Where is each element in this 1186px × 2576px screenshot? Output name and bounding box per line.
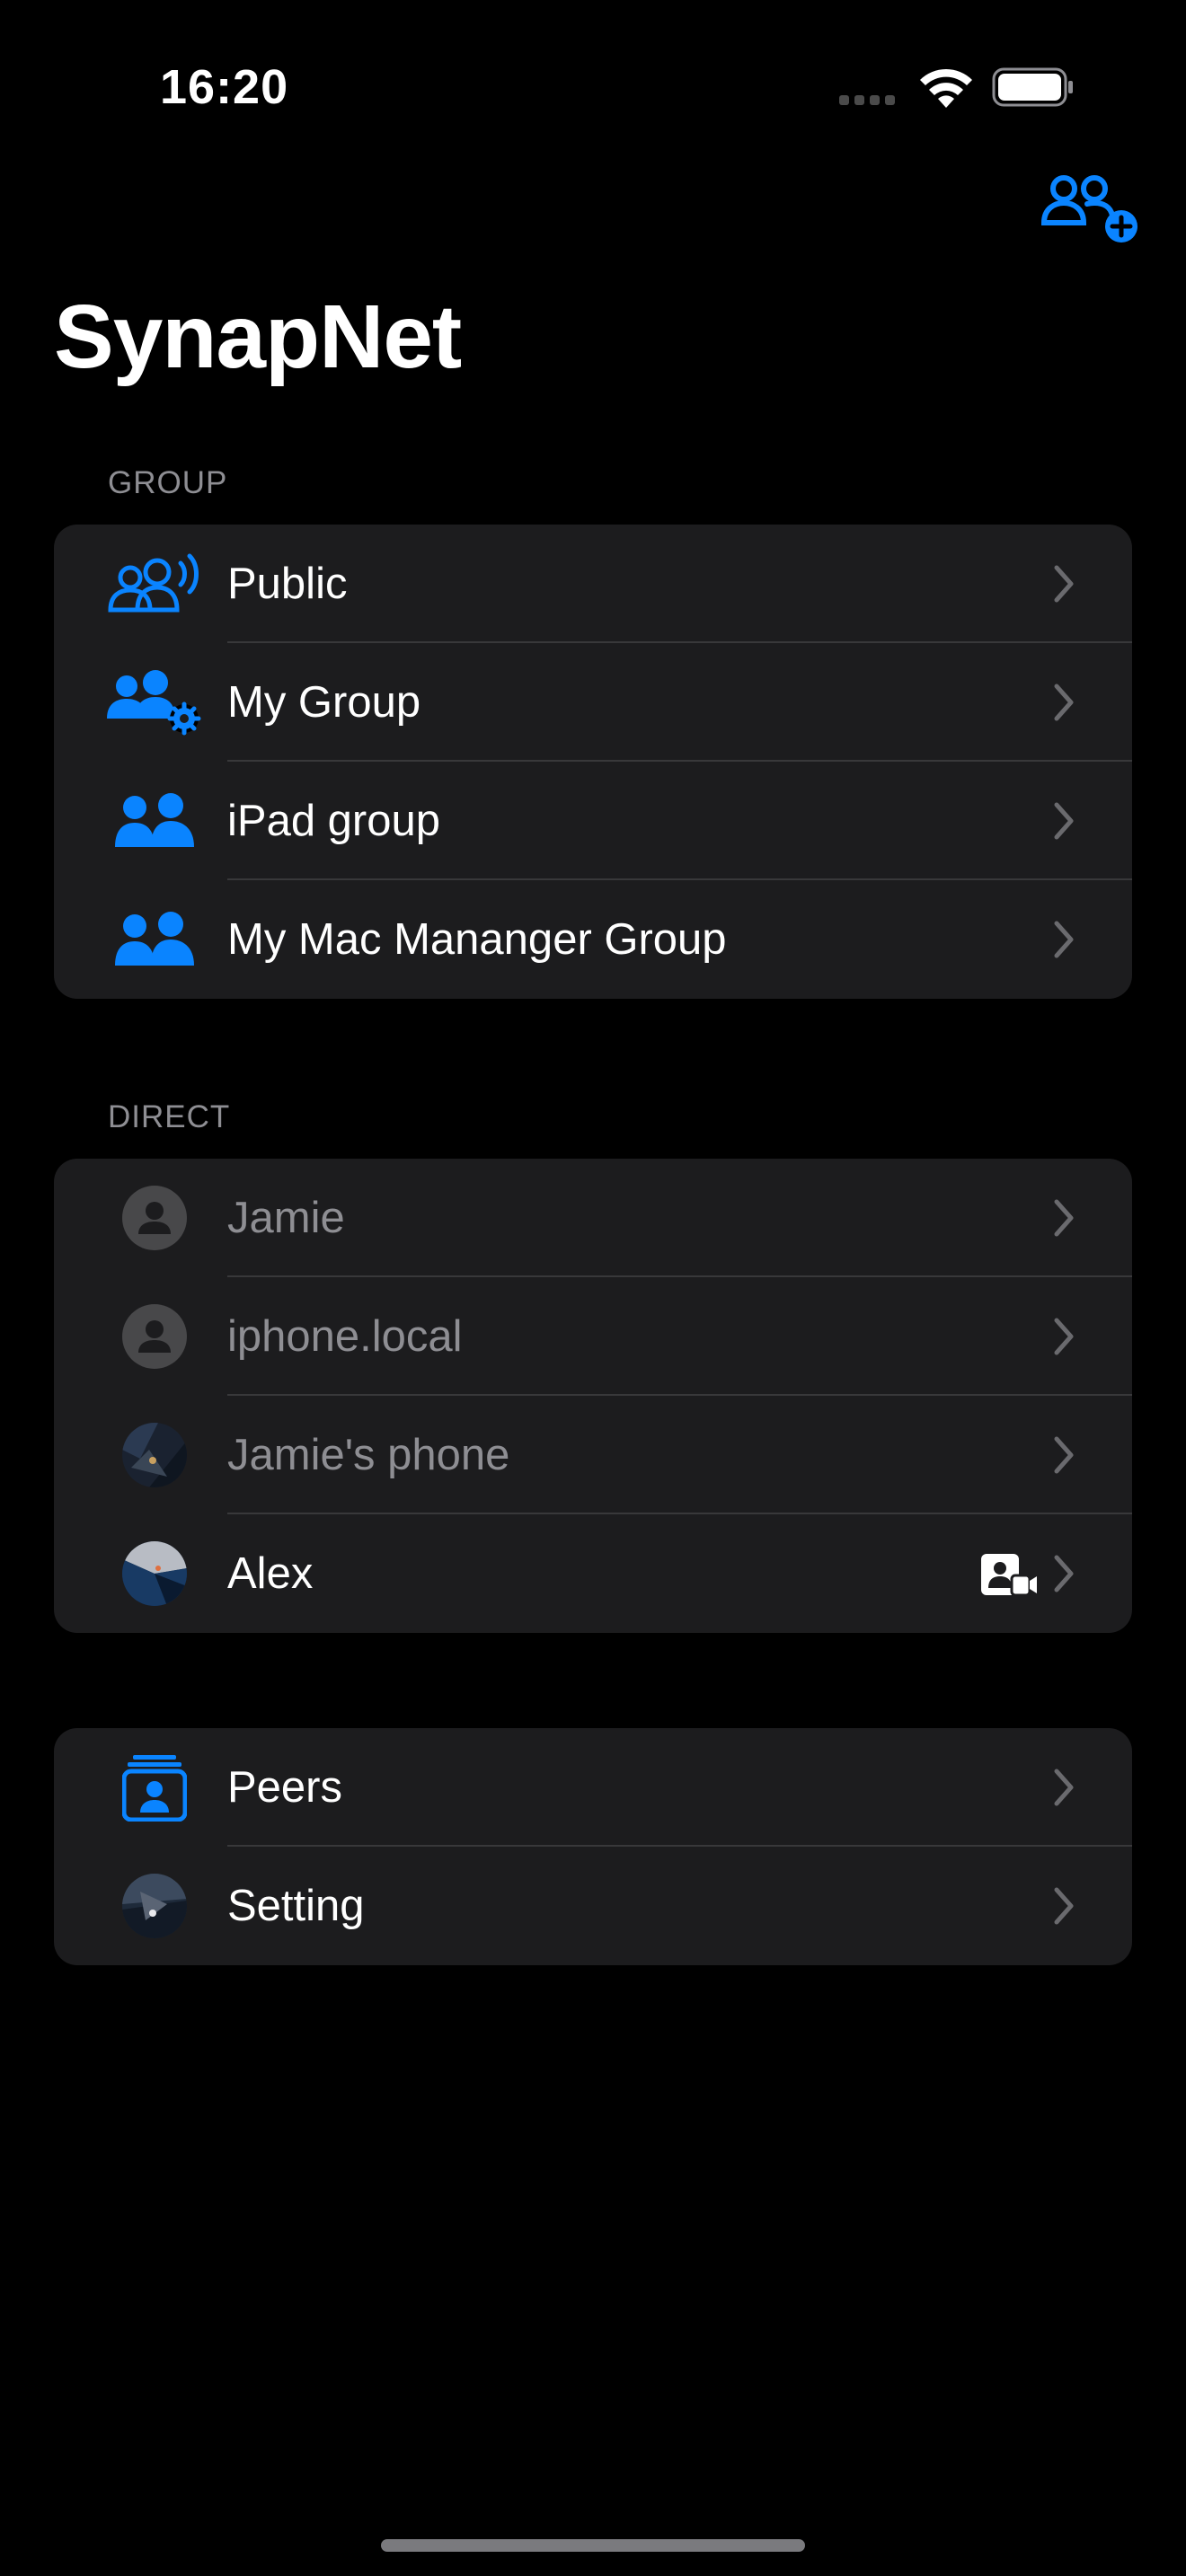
peers-row[interactable]: Peers xyxy=(54,1728,1132,1847)
group-row-my-group[interactable]: My Group xyxy=(54,643,1132,762)
chevron-right-icon xyxy=(1054,565,1074,603)
direct-label-iphone-local: iphone.local xyxy=(227,1312,463,1361)
chevron-right-icon xyxy=(1054,1555,1074,1592)
direct-list: Jamie iphone.local Jamie's phone Alex xyxy=(54,1159,1132,1633)
photo-avatar xyxy=(99,1514,210,1633)
direct-row-jamies-phone[interactable]: Jamie's phone xyxy=(54,1396,1132,1514)
group-row-public[interactable]: Public xyxy=(54,525,1132,643)
person-2-badge-plus-icon xyxy=(1040,175,1115,225)
chevron-right-icon xyxy=(1054,802,1074,840)
chevron-right-icon xyxy=(1054,1199,1074,1237)
group-section-header: GROUP xyxy=(108,465,228,500)
chevron-right-icon xyxy=(1054,921,1074,958)
group-label-ipad-group: iPad group xyxy=(227,797,441,845)
chevron-right-icon xyxy=(1054,1318,1074,1355)
status-bar: 16:20 xyxy=(0,0,1186,171)
direct-label-jamie: Jamie xyxy=(227,1194,345,1242)
direct-label-alex: Alex xyxy=(227,1549,314,1598)
status-time: 16:20 xyxy=(160,60,289,114)
group-row-my-mac-manager-group[interactable]: My Mac Mananger Group xyxy=(54,880,1132,999)
direct-row-jamie[interactable]: Jamie xyxy=(54,1159,1132,1277)
other-list: Peers Setting xyxy=(54,1728,1132,1965)
people-icon xyxy=(99,762,210,880)
setting-label: Setting xyxy=(227,1882,365,1930)
direct-label-jamies-phone: Jamie's phone xyxy=(227,1431,510,1479)
direct-row-iphone-local[interactable]: iphone.local xyxy=(54,1277,1132,1396)
direct-row-alex[interactable]: Alex xyxy=(54,1514,1132,1633)
contact-video-icon[interactable] xyxy=(979,1552,1039,1597)
chevron-right-icon xyxy=(1054,1887,1074,1925)
group-list: Public My Group iPad group My Mac Manang… xyxy=(54,525,1132,999)
people-broadcast-icon xyxy=(99,525,210,643)
group-label-public: Public xyxy=(227,560,348,608)
cellular-signal-icon xyxy=(839,93,900,110)
photo-avatar xyxy=(99,1396,210,1514)
chevron-right-icon xyxy=(1054,1436,1074,1474)
battery-icon xyxy=(992,67,1073,107)
photo-avatar xyxy=(99,1847,210,1965)
chevron-right-icon xyxy=(1054,684,1074,721)
home-indicator[interactable] xyxy=(381,2539,805,2552)
chevron-right-icon xyxy=(1054,1769,1074,1806)
group-row-ipad-group[interactable]: iPad group xyxy=(54,762,1132,880)
wifi-icon xyxy=(920,68,972,108)
peers-label: Peers xyxy=(227,1763,343,1812)
person-placeholder-avatar xyxy=(99,1277,210,1396)
page-title: SynapNet xyxy=(54,287,462,387)
people-gear-icon xyxy=(99,643,210,762)
setting-row[interactable]: Setting xyxy=(54,1847,1132,1965)
person-placeholder-avatar xyxy=(99,1159,210,1277)
people-icon xyxy=(99,880,210,999)
group-label-my-group: My Group xyxy=(227,678,421,727)
group-label-my-mac-manager-group: My Mac Mananger Group xyxy=(227,915,727,964)
direct-section-header: DIRECT xyxy=(108,1099,231,1134)
add-group-button[interactable] xyxy=(1039,172,1141,250)
person-stack-icon xyxy=(99,1728,210,1847)
